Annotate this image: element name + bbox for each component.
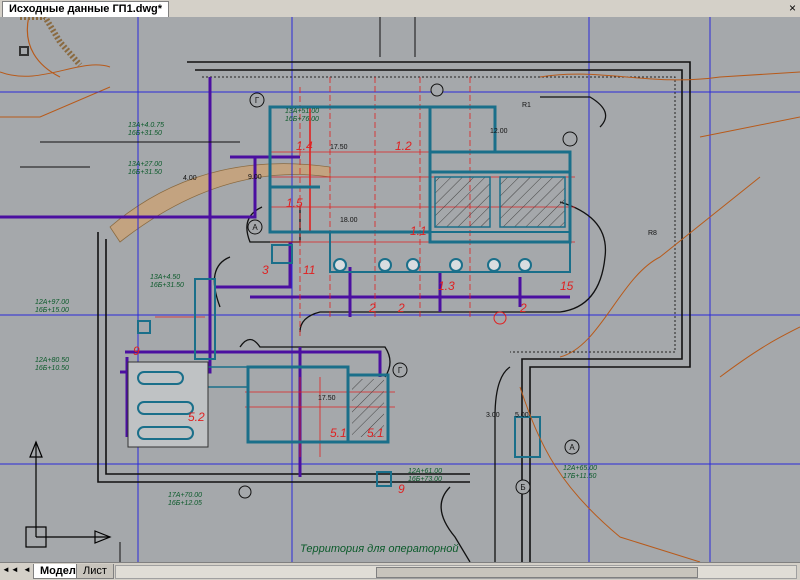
contours-right (519, 71, 800, 562)
svg-text:12.00: 12.00 (490, 128, 508, 135)
zone-9a: 9 (133, 344, 140, 358)
zone-5-1b: 5.1 (367, 426, 384, 440)
document-tab-title: Исходные данные ГП1.dwg* (9, 3, 163, 15)
hatched-block-2 (499, 176, 566, 228)
scrollbar-thumb[interactable] (376, 567, 698, 578)
zone-1-4: 1.5 (286, 196, 303, 210)
svg-text:16Б+76.00: 16Б+76.00 (285, 116, 319, 123)
cad-drawing: 1.4 1.2 1.5 1.1 1.3 15 3 11 2 2 2 9 9 5.… (0, 17, 800, 562)
svg-text:Г: Г (255, 96, 260, 105)
zone-2a: 2 (368, 301, 376, 315)
svg-text:17А+70.00: 17А+70.00 (168, 492, 202, 499)
red-marker (493, 311, 507, 325)
zone-5-1a: 5.1 (330, 426, 347, 440)
svg-text:16Б+73.00: 16Б+73.00 (408, 476, 442, 483)
horizontal-scrollbar[interactable] (115, 565, 797, 579)
zone-5-2: 5.2 (188, 410, 205, 424)
svg-text:А: А (252, 223, 258, 232)
svg-text:12А+80.50: 12А+80.50 (35, 357, 69, 364)
purple-networks (0, 77, 570, 477)
document-tab-bar: Исходные данные ГП1.dwg* × (0, 0, 800, 18)
svg-text:16Б+12.05: 16Б+12.05 (168, 500, 202, 507)
zone-1-3: 1.4 (296, 139, 313, 153)
terrain-arc (26, 17, 61, 78)
zone-11: 11 (303, 263, 315, 277)
svg-text:Г: Г (398, 366, 403, 375)
svg-text:18.00: 18.00 (340, 217, 358, 224)
svg-text:Б: Б (520, 483, 525, 492)
drawing-canvas[interactable]: 1.4 1.2 1.5 1.1 1.3 15 3 11 2 2 2 9 9 5.… (0, 17, 800, 562)
svg-text:13А+51.00: 13А+51.00 (285, 108, 319, 115)
svg-text:17.50: 17.50 (330, 144, 348, 151)
svg-text:12А+65.00: 12А+65.00 (563, 465, 597, 472)
svg-text:5.00: 5.00 (515, 412, 529, 419)
zone-15: 15 (560, 279, 574, 293)
svg-text:12А+61.00: 12А+61.00 (408, 468, 442, 475)
svg-text:16Б+31.50: 16Б+31.50 (150, 282, 184, 289)
territory-caption: Территория для операторной (300, 543, 458, 555)
tab-sheet[interactable]: Лист (76, 564, 114, 579)
svg-text:12А+97.00: 12А+97.00 (35, 299, 69, 306)
svg-text:13А+4.50: 13А+4.50 (150, 274, 180, 281)
misc-lines (20, 17, 416, 562)
svg-text:R1: R1 (522, 102, 531, 109)
svg-text:17.50: 17.50 (318, 395, 336, 402)
zone-1-2: 1.2 (395, 139, 412, 153)
svg-text:16Б+10.50: 16Б+10.50 (35, 365, 69, 372)
zone-2c: 2 (519, 301, 527, 315)
svg-text:9.00: 9.00 (248, 174, 262, 181)
zone-1-1: 1.1 (410, 224, 427, 238)
zone-2b: 2 (397, 301, 405, 315)
close-icon[interactable]: × (789, 0, 796, 16)
zone-9b: 9 (398, 482, 405, 496)
zone-3: 3 (262, 263, 269, 277)
document-tab[interactable]: Исходные данные ГП1.dwg* (2, 1, 170, 17)
svg-text:17Б+11.50: 17Б+11.50 (563, 473, 597, 480)
svg-text:16Б+15.00: 16Б+15.00 (35, 307, 69, 314)
svg-text:А: А (569, 443, 575, 452)
grid-lines (0, 17, 800, 562)
svg-text:16Б+31.50: 16Б+31.50 (128, 169, 162, 176)
equipment-circles (333, 258, 532, 272)
svg-text:13А+4.0.75: 13А+4.0.75 (128, 122, 164, 129)
svg-text:3.00: 3.00 (486, 412, 500, 419)
svg-text:4.00: 4.00 (183, 175, 197, 182)
svg-text:13А+27.00: 13А+27.00 (128, 161, 162, 168)
layout-tab-bar: ◄◄ ◄ ► ►► Модель Лист (0, 562, 800, 580)
zone-1-5: 1.3 (438, 279, 455, 293)
svg-text:R8: R8 (648, 230, 657, 237)
hatched-block (434, 176, 491, 228)
svg-text:16Б+31.50: 16Б+31.50 (128, 130, 162, 137)
